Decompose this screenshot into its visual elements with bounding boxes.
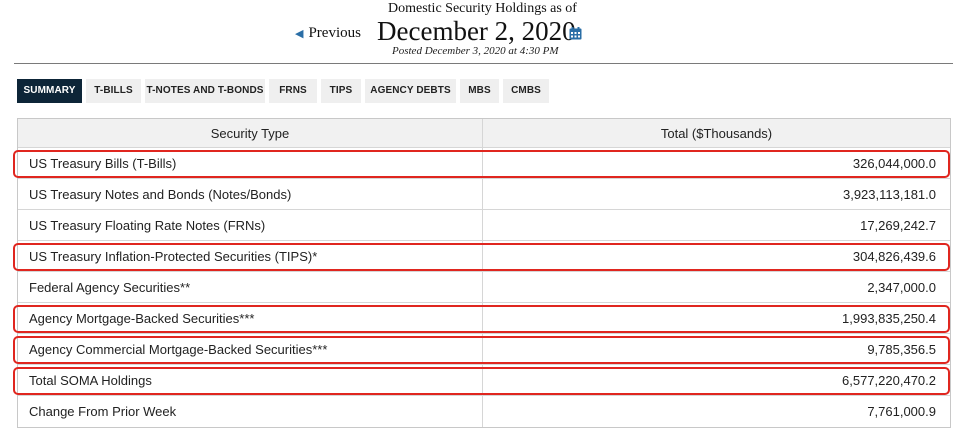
security-type-cell: Agency Commercial Mortgage-Backed Securi… [18,334,483,364]
table-row: Agency Commercial Mortgage-Backed Securi… [18,334,950,365]
tab-tips[interactable]: TIPS [321,79,361,103]
tab-t-bills[interactable]: T-BILLS [86,79,141,103]
security-type-cell: Federal Agency Securities** [18,272,483,302]
column-header-security-type: Security Type [18,119,483,147]
total-cell: 326,044,000.0 [852,155,936,171]
total-cell: 6,577,220,470.2 [842,372,936,388]
page-header: Domestic Security Holdings as of ◀ Previ… [0,0,965,64]
security-type-cell: Agency Mortgage-Backed Securities*** [18,303,483,333]
header-divider [14,63,953,64]
tab-frns[interactable]: FRNS [269,79,317,103]
security-type-cell: US Treasury Bills (T-Bills) [18,148,483,178]
previous-link[interactable]: ◀ Previous [295,25,361,42]
security-type-cell: US Treasury Inflation-Protected Securiti… [18,241,483,271]
table-row: Federal Agency Securities** 2,347,000.0 [18,272,950,303]
total-cell: 7,761,000.9 [867,404,936,419]
tab-summary[interactable]: SUMMARY [17,79,82,103]
tab-t-notes-and-t-bonds[interactable]: T-NOTES AND T-BONDS [145,79,265,103]
tab-agency-debts[interactable]: AGENCY DEBTS [365,79,456,103]
table-row: US Treasury Notes and Bonds (Notes/Bonds… [18,179,950,210]
total-cell: 2,347,000.0 [867,279,936,295]
column-header-total: Total ($Thousands) [660,125,773,141]
triangle-left-icon: ◀ [295,28,304,40]
table-row: US Treasury Bills (T-Bills) 326,044,000.… [18,148,950,179]
total-cell: 304,826,439.6 [852,248,936,264]
table-row: Total SOMA Holdings 6,577,220,470.2 [18,365,950,396]
security-type-cell: Change From Prior Week [18,396,483,427]
total-cell: 3,923,113,181.0 [842,186,936,202]
table-row: Agency Mortgage-Backed Securities*** 1,9… [18,303,950,334]
previous-label: Previous [308,25,361,41]
security-type-cell: Total SOMA Holdings [18,365,483,395]
table-row: US Treasury Floating Rate Notes (FRNs) 1… [18,210,950,241]
total-cell: 17,269,242.7 [860,217,936,233]
tab-cmbs[interactable]: CMBS [503,79,549,103]
calendar-icon[interactable] [569,27,582,40]
security-type-cell: US Treasury Notes and Bonds (Notes/Bonds… [18,179,483,209]
table-row: US Treasury Inflation-Protected Securiti… [18,241,950,272]
security-type-cell: US Treasury Floating Rate Notes (FRNs) [18,210,483,240]
tab-mbs[interactable]: MBS [460,79,499,103]
total-cell: 9,785,356.5 [867,341,936,357]
holdings-table: Security Type Total ($Thousands) US Trea… [17,118,951,428]
total-cell: 1,993,835,250.4 [842,310,936,326]
holdings-date: December 2, 2020 [377,16,576,46]
holdings-subtitle: Domestic Security Holdings as of [388,1,577,16]
table-header-row: Security Type Total ($Thousands) [18,119,950,148]
posted-timestamp: Posted December 3, 2020 at 4:30 PM [392,45,559,57]
table-row: Change From Prior Week 7,761,000.9 [18,396,950,427]
